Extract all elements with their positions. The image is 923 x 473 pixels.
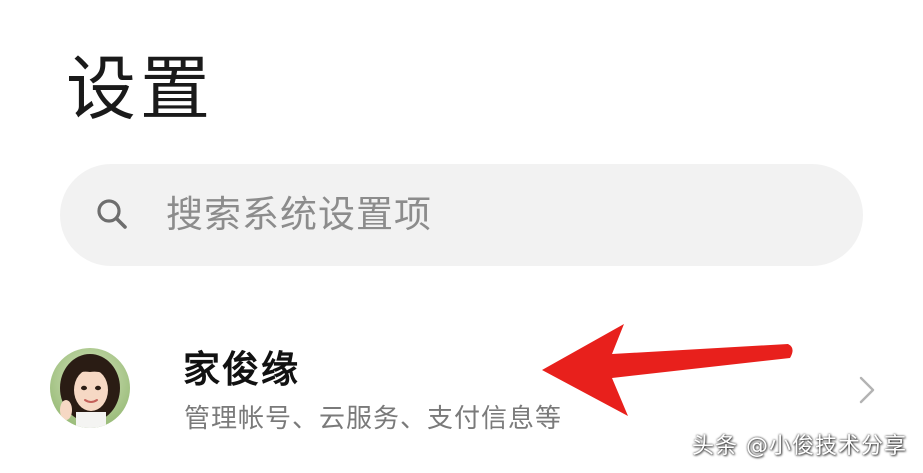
account-subtitle: 管理帐号、云服务、支付信息等 <box>184 404 563 434</box>
watermark: 头条 @小俊技术分享 <box>692 434 907 459</box>
search-input-placeholder[interactable]: 搜索系统设置项 <box>166 193 432 237</box>
settings-page: 设置 搜索系统设置项 家俊缘 管理帐号、云服务、支付信息等 头条 @小俊技术分享 <box>0 0 923 473</box>
search-icon <box>97 199 127 229</box>
avatar[interactable] <box>50 348 130 428</box>
chevron-right-icon[interactable] <box>856 374 878 406</box>
account-name: 家俊缘 <box>183 348 300 391</box>
red-arrow-annotation <box>542 324 793 416</box>
page-title: 设置 <box>66 48 214 130</box>
avatar-image <box>50 348 130 428</box>
